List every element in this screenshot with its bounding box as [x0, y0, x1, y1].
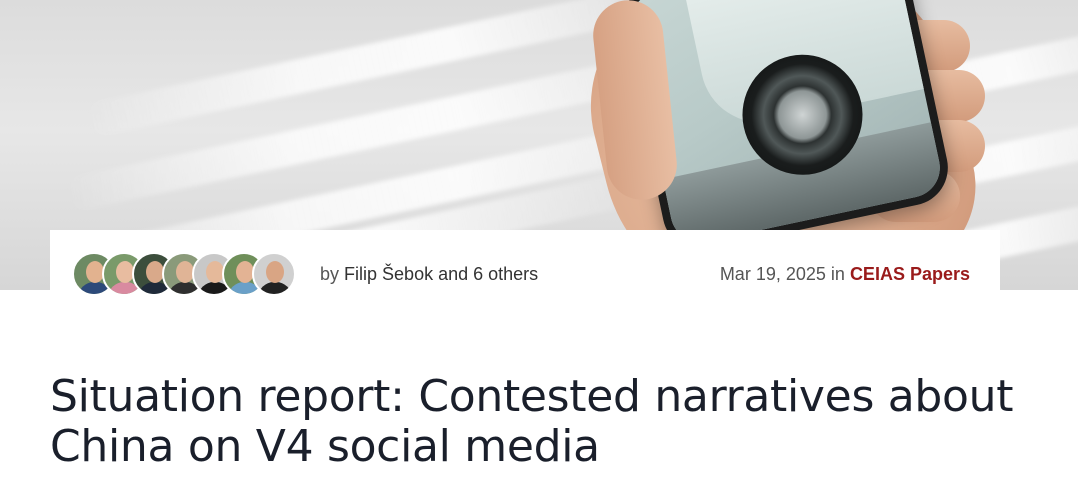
author-card: by Filip Šebok and 6 others Mar 19, 2025… [50, 230, 1000, 320]
category-link[interactable]: CEIAS Papers [850, 264, 970, 284]
in-label: in [830, 264, 845, 284]
title-line-1: Situation report: Contested narratives a… [50, 371, 1014, 422]
author-link[interactable]: Filip Šebok [344, 264, 433, 284]
post-meta: Mar 19, 2025 in CEIAS Papers [720, 264, 970, 285]
publish-date: Mar 19, 2025 [719, 264, 826, 284]
title-line-2: China on V4 social media [50, 421, 600, 472]
author-avatars[interactable] [72, 252, 312, 298]
avatar-face [266, 261, 284, 283]
article-title: Situation report: Contested narratives a… [50, 372, 1030, 472]
byline-prefix: by [320, 264, 340, 284]
avatar-torso [258, 282, 292, 294]
byline: by Filip Šebok and 6 others [320, 264, 538, 285]
other-authors-link[interactable]: and 6 others [438, 264, 538, 284]
author-avatar-7[interactable] [252, 252, 296, 296]
